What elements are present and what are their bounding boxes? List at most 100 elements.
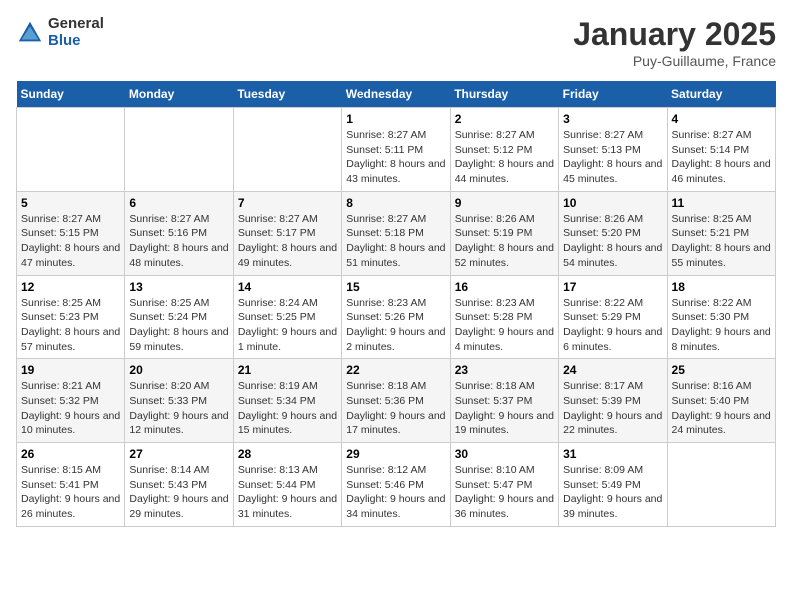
calendar-week-3: 19Sunrise: 8:21 AMSunset: 5:32 PMDayligh… [17, 359, 776, 443]
day-info: Sunrise: 8:12 AMSunset: 5:46 PMDaylight:… [346, 463, 445, 522]
header-wednesday: Wednesday [342, 81, 450, 108]
calendar-title: January 2025 [573, 16, 776, 53]
header-sunday: Sunday [17, 81, 125, 108]
calendar-cell: 11Sunrise: 8:25 AMSunset: 5:21 PMDayligh… [667, 191, 775, 275]
calendar-cell: 8Sunrise: 8:27 AMSunset: 5:18 PMDaylight… [342, 191, 450, 275]
calendar-cell: 23Sunrise: 8:18 AMSunset: 5:37 PMDayligh… [450, 359, 558, 443]
calendar-cell: 17 Sunrise: 8:22 AMSunset: 5:29 PMDayligh… [559, 275, 667, 359]
calendar-cell: 22 Sunrise: 8:18 AMSunset: 5:36 PMDayligh… [342, 359, 450, 443]
calendar-cell: 30 Sunrise: 8:10 AMSunset: 5:47 PMDayligh… [450, 443, 558, 527]
calendar-cell: 5Sunrise: 8:27 AMSunset: 5:15 PMDaylight… [17, 191, 125, 275]
header-thursday: Thursday [450, 81, 558, 108]
day-number: 21 [238, 363, 337, 377]
day-number: 6 [129, 196, 228, 210]
logo-general: General [48, 16, 104, 33]
day-info: Sunrise: 8:22 AMSunset: 5:30 PMDaylight:… [672, 296, 771, 355]
day-number: 9 [455, 196, 554, 210]
calendar-cell: 4 Sunrise: 8:27 AMSunset: 5:14 PMDaylight… [667, 108, 775, 192]
day-info: Sunrise: 8:25 AMSunset: 5:23 PMDaylight:… [21, 296, 120, 355]
day-info: Sunrise: 8:27 AMSunset: 5:17 PMDaylight:… [238, 212, 337, 271]
calendar-cell: 25 Sunrise: 8:16 AMSunset: 5:40 PMDayligh… [667, 359, 775, 443]
calendar-cell: 20 Sunrise: 8:20 AMSunset: 5:33 PMDayligh… [125, 359, 233, 443]
day-info: Sunrise: 8:23 AMSunset: 5:26 PMDaylight:… [346, 296, 445, 355]
calendar-week-1: 5Sunrise: 8:27 AMSunset: 5:15 PMDaylight… [17, 191, 776, 275]
day-number: 4 [672, 112, 771, 126]
title-block: January 2025 Puy-Guillaume, France [573, 16, 776, 69]
day-info: Sunrise: 8:20 AMSunset: 5:33 PMDaylight:… [129, 379, 228, 438]
logo-text: General Blue [48, 16, 104, 49]
day-info: Sunrise: 8:23 AMSunset: 5:28 PMDaylight:… [455, 296, 554, 355]
day-number: 3 [563, 112, 662, 126]
day-number: 24 [563, 363, 662, 377]
calendar-cell [17, 108, 125, 192]
logo: General Blue [16, 16, 104, 49]
calendar-cell [667, 443, 775, 527]
day-number: 12 [21, 280, 120, 294]
day-number: 30 [455, 447, 554, 461]
calendar-cell: 19Sunrise: 8:21 AMSunset: 5:32 PMDayligh… [17, 359, 125, 443]
calendar-cell: 6Sunrise: 8:27 AMSunset: 5:16 PMDaylight… [125, 191, 233, 275]
day-info: Sunrise: 8:25 AMSunset: 5:24 PMDaylight:… [129, 296, 228, 355]
day-info: Sunrise: 8:18 AMSunset: 5:37 PMDaylight:… [455, 379, 554, 438]
day-info: Sunrise: 8:27 AMSunset: 5:15 PMDaylight:… [21, 212, 120, 271]
calendar-cell: 18Sunrise: 8:22 AMSunset: 5:30 PMDayligh… [667, 275, 775, 359]
calendar-cell [233, 108, 341, 192]
day-number: 1 [346, 112, 445, 126]
header-friday: Friday [559, 81, 667, 108]
calendar-subtitle: Puy-Guillaume, France [573, 53, 776, 69]
day-number: 26 [21, 447, 120, 461]
day-info: Sunrise: 8:17 AMSunset: 5:39 PMDaylight:… [563, 379, 662, 438]
day-number: 29 [346, 447, 445, 461]
day-number: 2 [455, 112, 554, 126]
day-info: Sunrise: 8:15 AMSunset: 5:41 PMDaylight:… [21, 463, 120, 522]
calendar-cell: 10 Sunrise: 8:26 AMSunset: 5:20 PMDayligh… [559, 191, 667, 275]
header-saturday: Saturday [667, 81, 775, 108]
day-info: Sunrise: 8:27 AMSunset: 5:13 PMDaylight:… [563, 128, 662, 187]
header-monday: Monday [125, 81, 233, 108]
day-info: Sunrise: 8:27 AMSunset: 5:12 PMDaylight:… [455, 128, 554, 187]
page-header: General Blue January 2025 Puy-Guillaume,… [16, 16, 776, 69]
day-number: 31 [563, 447, 662, 461]
day-number: 19 [21, 363, 120, 377]
calendar-cell [125, 108, 233, 192]
day-info: Sunrise: 8:13 AMSunset: 5:44 PMDaylight:… [238, 463, 337, 522]
calendar-cell: 9 Sunrise: 8:26 AMSunset: 5:19 PMDaylight… [450, 191, 558, 275]
calendar-cell: 21 Sunrise: 8:19 AMSunset: 5:34 PMDayligh… [233, 359, 341, 443]
header-tuesday: Tuesday [233, 81, 341, 108]
calendar-cell: 15 Sunrise: 8:23 AMSunset: 5:26 PMDayligh… [342, 275, 450, 359]
day-info: Sunrise: 8:16 AMSunset: 5:40 PMDaylight:… [672, 379, 771, 438]
day-info: Sunrise: 8:26 AMSunset: 5:19 PMDaylight:… [455, 212, 554, 271]
calendar-cell: 28 Sunrise: 8:13 AMSunset: 5:44 PMDayligh… [233, 443, 341, 527]
day-number: 13 [129, 280, 228, 294]
calendar-cell: 14 Sunrise: 8:24 AMSunset: 5:25 PMDayligh… [233, 275, 341, 359]
day-info: Sunrise: 8:10 AMSunset: 5:47 PMDaylight:… [455, 463, 554, 522]
day-info: Sunrise: 8:09 AMSunset: 5:49 PMDaylight:… [563, 463, 662, 522]
calendar-cell: 24 Sunrise: 8:17 AMSunset: 5:39 PMDayligh… [559, 359, 667, 443]
day-number: 7 [238, 196, 337, 210]
day-number: 14 [238, 280, 337, 294]
calendar-cell: 7 Sunrise: 8:27 AMSunset: 5:17 PMDaylight… [233, 191, 341, 275]
calendar-week-2: 12 Sunrise: 8:25 AMSunset: 5:23 PMDayligh… [17, 275, 776, 359]
day-info: Sunrise: 8:22 AMSunset: 5:29 PMDaylight:… [563, 296, 662, 355]
day-info: Sunrise: 8:24 AMSunset: 5:25 PMDaylight:… [238, 296, 337, 355]
calendar-cell: 31 Sunrise: 8:09 AMSunset: 5:49 PMDayligh… [559, 443, 667, 527]
day-number: 15 [346, 280, 445, 294]
day-info: Sunrise: 8:27 AMSunset: 5:14 PMDaylight:… [672, 128, 771, 187]
day-number: 17 [563, 280, 662, 294]
day-info: Sunrise: 8:18 AMSunset: 5:36 PMDaylight:… [346, 379, 445, 438]
day-number: 22 [346, 363, 445, 377]
day-number: 8 [346, 196, 445, 210]
day-number: 10 [563, 196, 662, 210]
calendar-cell: 12 Sunrise: 8:25 AMSunset: 5:23 PMDayligh… [17, 275, 125, 359]
day-number: 25 [672, 363, 771, 377]
day-number: 20 [129, 363, 228, 377]
day-info: Sunrise: 8:19 AMSunset: 5:34 PMDaylight:… [238, 379, 337, 438]
day-info: Sunrise: 8:26 AMSunset: 5:20 PMDaylight:… [563, 212, 662, 271]
calendar-cell: 29 Sunrise: 8:12 AMSunset: 5:46 PMDayligh… [342, 443, 450, 527]
day-number: 28 [238, 447, 337, 461]
calendar-cell: 26 Sunrise: 8:15 AMSunset: 5:41 PMDayligh… [17, 443, 125, 527]
calendar-week-0: 1 Sunrise: 8:27 AMSunset: 5:11 PMDaylight… [17, 108, 776, 192]
day-info: Sunrise: 8:27 AMSunset: 5:11 PMDaylight:… [346, 128, 445, 187]
calendar-cell: 16Sunrise: 8:23 AMSunset: 5:28 PMDayligh… [450, 275, 558, 359]
day-number: 11 [672, 196, 771, 210]
